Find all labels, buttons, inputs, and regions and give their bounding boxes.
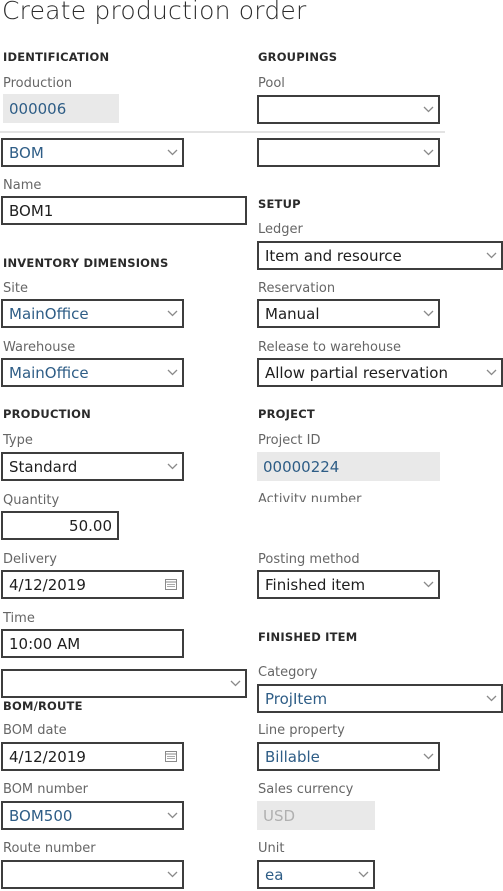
- name-input[interactable]: BOM1: [1, 196, 247, 225]
- reservation-value: Manual: [265, 304, 320, 323]
- chevron-down-icon[interactable]: [162, 369, 182, 376]
- quantity-value: 50.00: [69, 516, 112, 535]
- release-to-warehouse-label: Release to warehouse: [258, 340, 401, 355]
- bom-number-dropdown[interactable]: BOM500: [1, 801, 184, 830]
- pool-dropdown[interactable]: [257, 95, 440, 124]
- project-id-label: Project ID: [258, 433, 321, 448]
- chevron-down-icon[interactable]: [225, 680, 245, 687]
- section-groupings: GROUPINGS: [258, 50, 338, 64]
- unit-dropdown[interactable]: ea: [257, 860, 375, 889]
- type-dropdown[interactable]: Standard: [1, 452, 184, 481]
- chevron-down-icon[interactable]: [162, 149, 182, 156]
- type-label: Type: [3, 433, 33, 448]
- route-number-label: Route number: [3, 841, 96, 856]
- type-value: Standard: [9, 457, 78, 476]
- production-field: 000006: [3, 94, 119, 123]
- bom-number-label: BOM number: [3, 782, 89, 797]
- chevron-down-icon[interactable]: [162, 463, 182, 470]
- release-to-warehouse-dropdown[interactable]: Allow partial reservation: [257, 358, 503, 387]
- time-input[interactable]: 10:00 AM: [1, 629, 184, 658]
- delivery-value: 4/12/2019: [9, 575, 86, 594]
- line-property-label: Line property: [258, 723, 345, 738]
- warehouse-label: Warehouse: [3, 340, 76, 355]
- category-value: ProjItem: [265, 689, 328, 708]
- project-id-value: 00000224: [263, 457, 340, 476]
- posting-method-dropdown[interactable]: Finished item: [257, 570, 440, 599]
- name-value: BOM1: [9, 201, 54, 220]
- warehouse-value: MainOffice: [9, 363, 89, 382]
- delivery-date-input[interactable]: 4/12/2019: [1, 570, 184, 599]
- time-label: Time: [3, 611, 35, 626]
- activity-number-label: Activity number: [258, 492, 362, 502]
- site-dropdown[interactable]: MainOffice: [1, 299, 184, 328]
- chevron-down-icon[interactable]: [418, 581, 438, 588]
- calendar-icon[interactable]: [160, 751, 182, 762]
- sales-currency-label: Sales currency: [258, 782, 354, 797]
- line-property-value: Billable: [265, 747, 320, 766]
- sales-currency-value: USD: [263, 806, 296, 825]
- chevron-down-icon[interactable]: [481, 695, 501, 702]
- ledger-label: Ledger: [258, 222, 303, 237]
- project-id-field: 00000224: [257, 452, 440, 481]
- chevron-down-icon[interactable]: [162, 310, 182, 317]
- reservation-dropdown[interactable]: Manual: [257, 299, 440, 328]
- production-value: 000006: [9, 99, 67, 118]
- section-finished-item: FINISHED ITEM: [258, 630, 358, 644]
- chevron-down-icon[interactable]: [481, 252, 501, 259]
- route-number-dropdown[interactable]: [1, 860, 184, 889]
- bom-number-value: BOM500: [9, 806, 73, 825]
- release-to-warehouse-value: Allow partial reservation: [265, 363, 448, 382]
- sales-currency-field: USD: [257, 801, 375, 830]
- line-property-dropdown[interactable]: Billable: [257, 742, 440, 771]
- calendar-icon[interactable]: [160, 579, 182, 590]
- chevron-down-icon[interactable]: [418, 106, 438, 113]
- unit-value: ea: [265, 865, 284, 884]
- divider: [0, 131, 445, 133]
- delivery-label: Delivery: [3, 552, 57, 567]
- chevron-down-icon[interactable]: [418, 149, 438, 156]
- page-title: Create production order: [2, 0, 307, 25]
- section-setup: SETUP: [258, 197, 301, 211]
- quantity-input[interactable]: 50.00: [1, 511, 119, 540]
- section-bom-route: BOM/ROUTE: [3, 699, 83, 713]
- bom-date-label: BOM date: [3, 723, 67, 738]
- name-label: Name: [3, 178, 42, 193]
- bom-date-value: 4/12/2019: [9, 747, 86, 766]
- section-production: PRODUCTION: [3, 407, 91, 421]
- reservation-label: Reservation: [258, 281, 336, 296]
- unlabeled-dropdown[interactable]: [1, 669, 247, 698]
- chevron-down-icon[interactable]: [418, 310, 438, 317]
- chevron-down-icon[interactable]: [353, 871, 373, 878]
- chevron-down-icon[interactable]: [162, 871, 182, 878]
- posting-method-value: Finished item: [265, 575, 366, 594]
- bom-type-dropdown[interactable]: BOM: [1, 138, 184, 167]
- chevron-down-icon[interactable]: [481, 369, 501, 376]
- production-label: Production: [3, 76, 73, 91]
- groupings-second-dropdown[interactable]: [257, 138, 440, 167]
- category-dropdown[interactable]: ProjItem: [257, 684, 503, 713]
- unit-label: Unit: [258, 841, 285, 856]
- site-value: MainOffice: [9, 304, 89, 323]
- category-label: Category: [258, 665, 318, 680]
- section-identification: IDENTIFICATION: [3, 50, 110, 64]
- chevron-down-icon[interactable]: [162, 812, 182, 819]
- pool-label: Pool: [258, 76, 285, 91]
- ledger-dropdown[interactable]: Item and resource: [257, 241, 503, 270]
- posting-method-label: Posting method: [258, 552, 360, 567]
- ledger-value: Item and resource: [265, 246, 402, 265]
- quantity-label: Quantity: [3, 493, 60, 508]
- time-value: 10:00 AM: [9, 634, 81, 653]
- bom-date-input[interactable]: 4/12/2019: [1, 742, 184, 771]
- chevron-down-icon[interactable]: [418, 753, 438, 760]
- site-label: Site: [3, 281, 28, 296]
- bom-type-value: BOM: [9, 143, 44, 162]
- warehouse-dropdown[interactable]: MainOffice: [1, 358, 184, 387]
- section-project: PROJECT: [258, 407, 315, 421]
- section-inventory-dimensions: INVENTORY DIMENSIONS: [3, 256, 169, 270]
